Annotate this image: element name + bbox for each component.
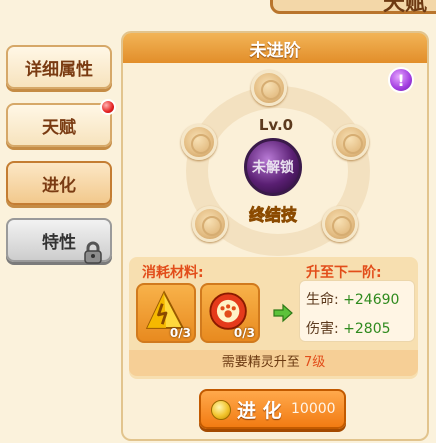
panel-title: 未进阶	[123, 33, 427, 63]
evolution-node-bottom-left[interactable]	[192, 206, 228, 242]
tab-evolution[interactable]: 进化	[6, 161, 112, 205]
stat-name: 生命:	[306, 292, 339, 308]
evolve-button[interactable]: 进 化 10000	[199, 389, 346, 429]
requirement-prefix: 需要精灵升至	[221, 355, 300, 370]
stats-box: 生命: +24690 伤害: +2805	[299, 280, 415, 342]
info-icon[interactable]: !	[388, 67, 414, 93]
notification-dot-icon	[100, 99, 116, 115]
materials-label: 消耗材料:	[142, 265, 204, 281]
lock-icon	[84, 241, 102, 264]
tab-talent[interactable]: 天赋	[6, 99, 116, 147]
arrow-right-icon	[273, 303, 293, 323]
locked-skill-core[interactable]: 未解锁	[244, 138, 302, 196]
core-label: 未解锁	[252, 160, 294, 176]
tab-traits[interactable]: 特性	[6, 218, 112, 264]
stat-name: 伤害:	[306, 321, 339, 337]
material-count: 0/3	[169, 326, 191, 340]
stat-value: +24690	[343, 292, 400, 308]
top-tab-fragment[interactable]: 天赋	[270, 0, 436, 16]
evolve-button-label: 进 化	[237, 400, 282, 422]
evolve-cost: 10000	[291, 401, 336, 417]
evolution-node-bottom-right[interactable]	[322, 206, 358, 242]
material-count: 0/3	[233, 326, 255, 340]
gold-coin-icon	[211, 400, 231, 420]
material-slot-1[interactable]: 0/3	[136, 283, 196, 343]
stat-damage: 伤害: +2805	[306, 318, 391, 338]
upgrade-label: 升至下一阶:	[306, 265, 382, 281]
tab-label: 详细属性	[25, 59, 93, 80]
evolution-node-right[interactable]	[333, 124, 369, 160]
material-slot-2[interactable]: 0/3	[200, 283, 260, 343]
top-tab-label: 天赋	[382, 0, 427, 16]
skill-label: 终结技	[248, 205, 298, 225]
tab-label: 天赋	[42, 117, 76, 138]
level-label: Lv.0	[258, 116, 294, 134]
evolution-node-left[interactable]	[181, 124, 217, 160]
tab-label: 进化	[42, 175, 76, 196]
stat-hp: 生命: +24690	[306, 289, 399, 309]
tab-label: 特性	[42, 232, 76, 253]
evolution-node-top[interactable]	[251, 70, 287, 106]
requirement-level: 7级	[303, 355, 326, 370]
tab-detailed-attributes[interactable]: 详细属性	[6, 45, 112, 89]
stat-value: +2805	[343, 321, 391, 337]
requirement-banner: 需要精灵升至 7级	[129, 350, 418, 376]
